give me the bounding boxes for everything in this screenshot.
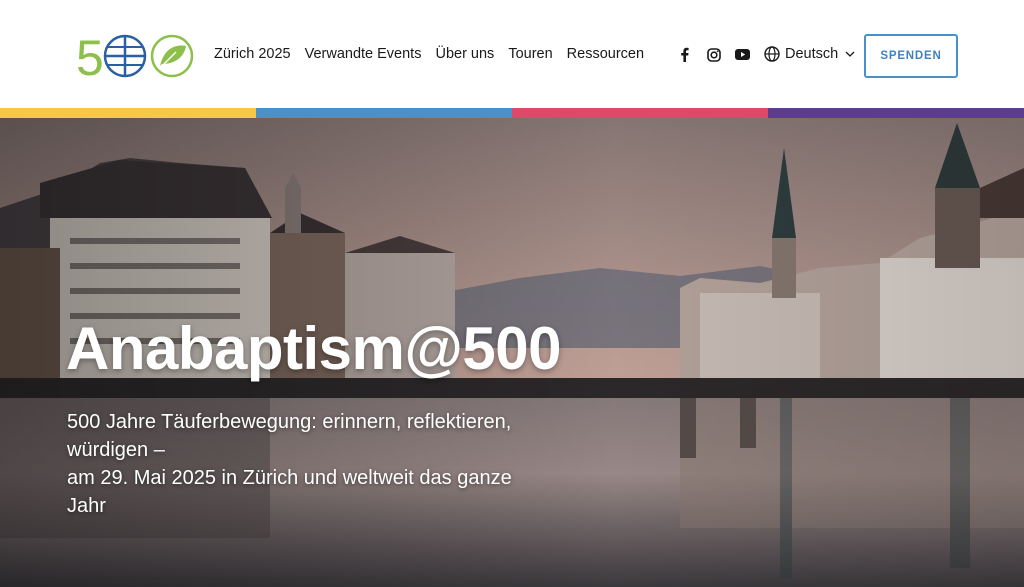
hero-subtitle-line: Jahr — [67, 495, 106, 517]
site-header: 5 Zürich 2025 Verwandte Events Über uns … — [0, 0, 1024, 108]
hero-subtitle: 500 Jahre Täuferbewegung: erinnern, refl… — [67, 408, 607, 520]
color-stripe-red — [512, 108, 768, 118]
main-nav: Zürich 2025 Verwandte Events Über uns To… — [214, 46, 644, 62]
globe-icon — [764, 46, 780, 62]
language-label: Deutsch — [785, 46, 839, 62]
logo-digit-five: 5 — [76, 32, 104, 80]
nav-item-ueber-uns[interactable]: Über uns — [435, 46, 494, 62]
color-stripe-yellow — [0, 108, 256, 118]
youtube-icon[interactable] — [735, 47, 750, 62]
nav-item-touren[interactable]: Touren — [508, 46, 552, 62]
nav-item-ressourcen[interactable]: Ressourcen — [567, 46, 644, 62]
color-stripe-blue — [256, 108, 512, 118]
instagram-icon[interactable] — [706, 47, 721, 62]
hero-banner: Anabaptism@500 500 Jahre Täuferbewegung:… — [0, 118, 1024, 587]
facebook-icon[interactable] — [677, 47, 692, 62]
donate-button[interactable]: SPENDEN — [864, 34, 958, 78]
social-links — [677, 47, 750, 62]
hero-subtitle-line: 500 Jahre Täuferbewegung: erinnern, refl… — [67, 411, 512, 433]
chevron-down-icon — [845, 51, 855, 57]
language-selector[interactable]: Deutsch — [764, 46, 855, 62]
hero-title: Anabaptism@500 — [66, 315, 562, 382]
hero-subtitle-line: würdigen – — [67, 439, 165, 461]
anabaptism-500-logo-icon: 5 — [76, 30, 194, 86]
color-stripe — [0, 108, 1024, 118]
site-logo[interactable]: 5 — [76, 30, 194, 86]
nav-item-zuerich-2025[interactable]: Zürich 2025 — [214, 46, 291, 62]
color-stripe-purple — [768, 108, 1024, 118]
hero-subtitle-line: am 29. Mai 2025 in Zürich und weltweit d… — [67, 467, 512, 489]
nav-item-verwandte-events[interactable]: Verwandte Events — [305, 46, 422, 62]
